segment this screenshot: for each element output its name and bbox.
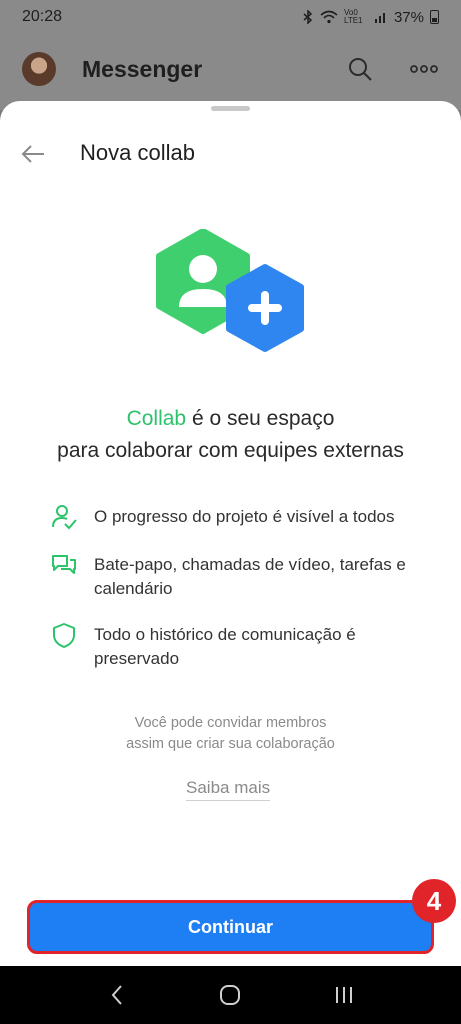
feature-list: O progresso do projeto é visível a todos…: [50, 505, 430, 693]
chevron-left-icon: [111, 985, 122, 1005]
continue-button[interactable]: Continuar: [27, 900, 434, 954]
feature-text: O progresso do projeto é visível a todos: [94, 507, 395, 526]
collab-illustration-icon: [156, 229, 304, 352]
headline: Collab é o seu espaço para colaborar com…: [0, 403, 461, 467]
chat-bubbles-icon: [52, 555, 76, 574]
page-title: Nova collab: [80, 140, 195, 165]
headline-accent: Collab: [126, 407, 187, 430]
network-label: Vo0 LTE1: [343, 8, 363, 25]
nova-collab-sheet: Nova collab Collab é o seu espaço para c…: [0, 101, 461, 966]
feature-item: Todo o histórico de comunicação é preser…: [50, 623, 430, 671]
feature-item: O progresso do projeto é visível a todos: [50, 505, 430, 531]
signal-icon: [374, 13, 385, 23]
user-check-icon: [52, 505, 77, 530]
system-nav-bar: [0, 966, 461, 1024]
shield-icon: [53, 623, 75, 648]
feature-item: Bate-papo, chamadas de vídeo, tarefas e …: [50, 553, 430, 601]
battery-icon: [430, 10, 439, 24]
status-time: 20:28: [22, 8, 63, 25]
battery-percent: 37%: [393, 8, 424, 26]
headline-line1: é o seu espaço: [186, 407, 335, 430]
home-icon: [220, 985, 241, 1005]
back-button[interactable]: [20, 141, 46, 167]
search-icon[interactable]: [345, 54, 375, 84]
recents-icon: [336, 987, 353, 1003]
status-indicators: Vo0 LTE1 37%: [302, 9, 439, 26]
feature-text: Todo o histórico de comunicação é preser…: [94, 625, 356, 668]
app-title: Messenger: [82, 55, 203, 82]
avatar[interactable]: [22, 52, 56, 86]
wifi-icon: [320, 10, 338, 24]
drag-handle[interactable]: [211, 106, 250, 111]
arrow-left-icon: [21, 145, 44, 163]
bluetooth-icon: [303, 10, 313, 24]
sheet-header: Nova collab: [0, 137, 461, 171]
feature-text: Bate-papo, chamadas de vídeo, tarefas e …: [94, 555, 406, 598]
invite-note-line2: assim que criar sua colaboração: [126, 736, 335, 752]
status-bar: 20:28 Vo0 LTE1 37%: [0, 0, 461, 34]
nav-recents-button[interactable]: [324, 975, 364, 1015]
more-icon[interactable]: [409, 54, 439, 84]
step-badge: 4: [412, 879, 456, 923]
nav-home-button[interactable]: [210, 975, 250, 1015]
messenger-header: Messenger: [0, 44, 461, 94]
learn-more-link[interactable]: Saiba mais: [186, 778, 271, 801]
headline-line2: para colaborar com equipes externas: [57, 439, 404, 462]
nav-back-button[interactable]: [97, 975, 137, 1015]
invite-note: Você pode convidar membros assim que cri…: [0, 713, 461, 755]
invite-note-line1: Você pode convidar membros: [134, 715, 327, 731]
